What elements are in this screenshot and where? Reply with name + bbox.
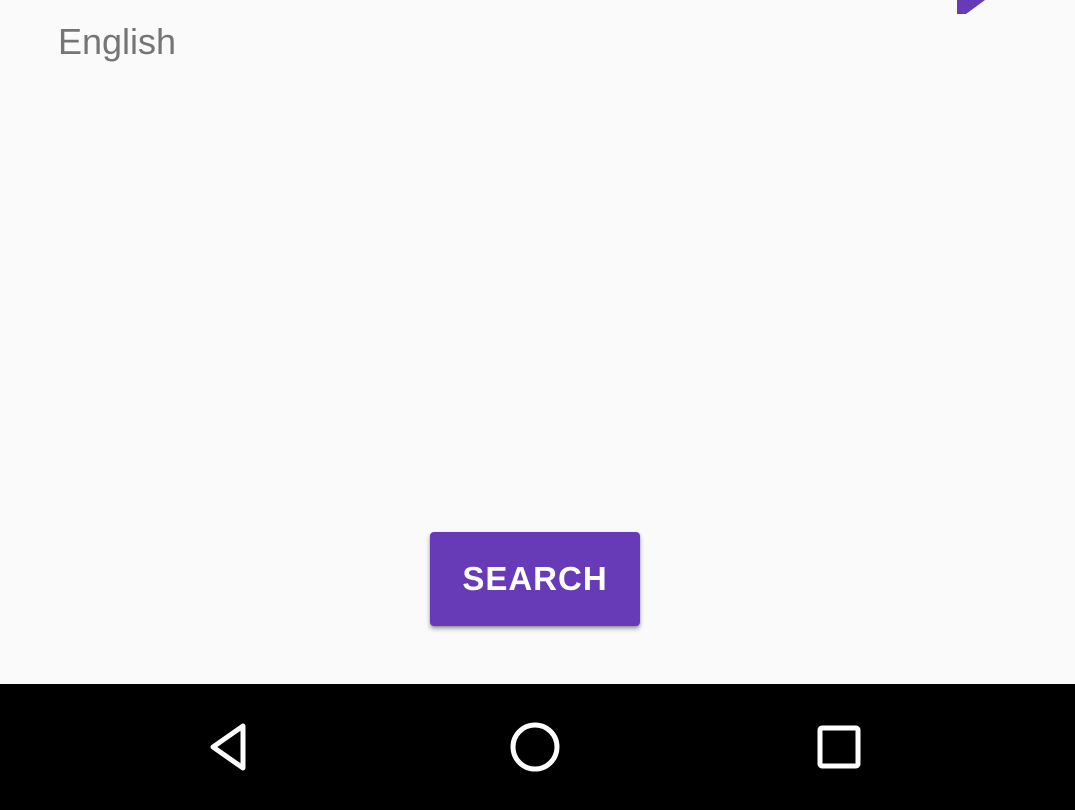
main-content: English SEARCH <box>0 0 1075 684</box>
back-triangle-icon <box>210 723 246 771</box>
back-button[interactable] <box>172 684 292 810</box>
edit-pencil-icon[interactable] <box>950 0 994 20</box>
home-circle-icon <box>510 722 560 772</box>
recents-square-icon <box>817 725 861 769</box>
system-navigation-bar <box>0 684 1075 810</box>
recents-button[interactable] <box>779 684 899 810</box>
app-screen: English SEARCH <box>0 0 1075 810</box>
home-button[interactable] <box>475 684 595 810</box>
search-button[interactable]: SEARCH <box>430 532 640 626</box>
language-label[interactable]: English <box>58 20 176 64</box>
